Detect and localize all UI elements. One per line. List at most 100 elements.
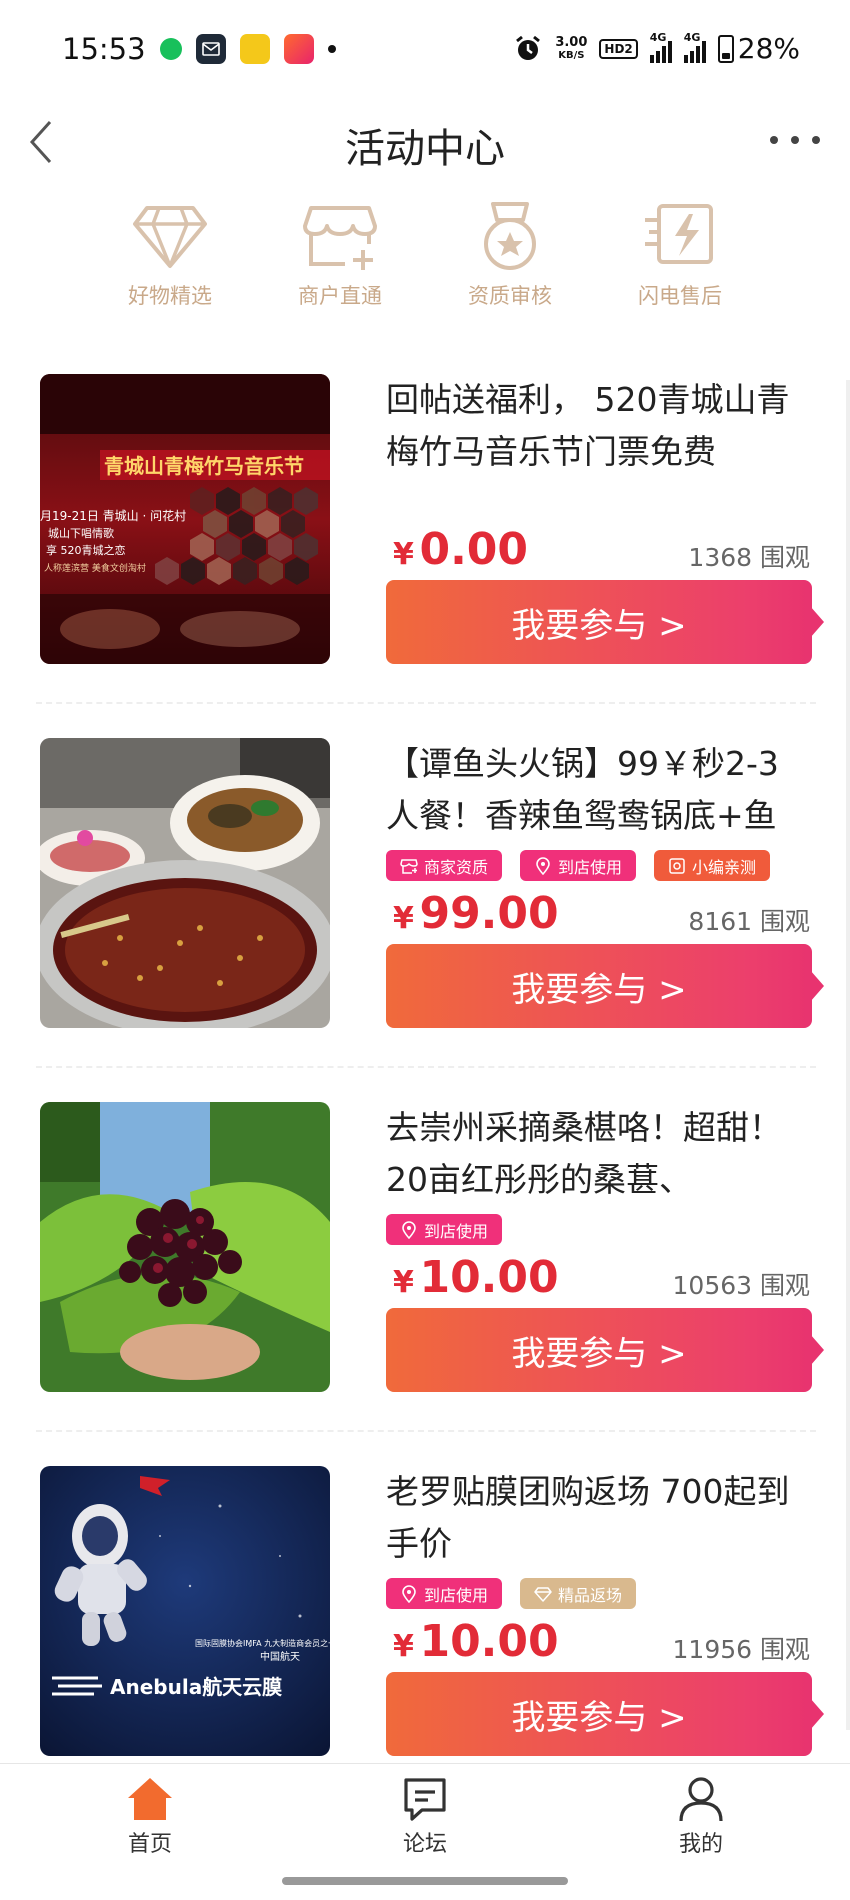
hd-badge: HD2: [599, 38, 638, 59]
activity-card[interactable]: 青城山青梅竹马音乐节 月19-21日 青城山 · 问花村 城山下唱情歌 享 52…: [0, 374, 850, 738]
hotpot-photo-image: [40, 738, 330, 1028]
tag-editor-tested: 小编亲测: [654, 850, 771, 881]
activity-title[interactable]: 去崇州采摘桑椹咯！超甜！20亩红彤彤的桑葚、: [386, 1102, 806, 1206]
feature-label: 闪电售后: [638, 284, 722, 308]
activity-price: ¥ 10.00: [393, 1252, 559, 1303]
activity-image-concert[interactable]: 青城山青梅竹马音乐节 月19-21日 青城山 · 问花村 城山下唱情歌 享 52…: [40, 374, 330, 664]
price-value: 10.00: [419, 1252, 559, 1303]
activity-image-mulberry[interactable]: [40, 1102, 330, 1392]
activity-image-anebula[interactable]: 国际固膜协会IMFA 九大制造商会员之一 中国航天 Anebula航天云膜: [40, 1466, 330, 1756]
meituan-icon: [240, 34, 270, 64]
nav-profile[interactable]: 我的: [641, 1774, 761, 1858]
anebula-poster-image: 国际固膜协会IMFA 九大制造商会员之一 中国航天 Anebula航天云膜: [40, 1466, 330, 1756]
divider: [36, 702, 816, 704]
activity-card[interactable]: 去崇州采摘桑椹咯！超甜！20亩红彤彤的桑葚、 到店使用 ¥ 10.00 1056…: [0, 1102, 850, 1466]
nav-forum[interactable]: 论坛: [365, 1774, 485, 1858]
feature-merchant-direct[interactable]: 商户直通: [270, 200, 410, 320]
lightning-icon: [645, 204, 713, 264]
poster-line: 城山下唱情歌: [48, 526, 114, 540]
app-520-icon: [284, 34, 314, 64]
join-button[interactable]: 我要参与 >: [386, 1308, 824, 1392]
mulberry-photo-image: [40, 1102, 330, 1392]
view-count: 8161 围观: [688, 907, 810, 936]
signal-icon-2: 4G: [683, 31, 706, 63]
poster-line: 人称莲滨营 美食文创淘村: [44, 562, 146, 574]
feature-good-picks[interactable]: 好物精选: [100, 200, 240, 320]
tag-label: 到店使用: [424, 1585, 489, 1605]
more-dot: [791, 136, 799, 144]
join-button[interactable]: 我要参与 >: [386, 580, 824, 664]
scrollbar[interactable]: [846, 380, 850, 1730]
forum-icon: [404, 1778, 446, 1821]
concert-poster-image: 青城山青梅竹马音乐节 月19-21日 青城山 · 问花村 城山下唱情歌 享 52…: [40, 374, 330, 664]
signal-2-label: 4G: [683, 30, 701, 44]
nav-label: 首页: [127, 1832, 172, 1857]
tag-label: 小编亲测: [692, 857, 757, 877]
poster-line: 享 520青城之恋: [46, 543, 126, 557]
signal-1-label: 4G: [649, 30, 667, 44]
page-title: 活动中心: [345, 126, 505, 172]
activity-price: ¥ 99.00: [393, 888, 559, 939]
brand-logo-text: Anebula航天云膜: [110, 1675, 282, 1699]
tag-merchant-qualification: 商家资质: [386, 850, 503, 881]
divider: [36, 1430, 816, 1432]
battery: 28%: [717, 32, 800, 65]
wechat-icon: [160, 38, 182, 60]
divider: [36, 1066, 816, 1068]
price-value: 99.00: [419, 888, 559, 939]
tag-label: 精品返场: [558, 1585, 623, 1605]
battery-icon: [717, 34, 734, 63]
battery-percent: 28%: [737, 32, 800, 65]
net-speed-unit: KB/S: [558, 49, 585, 61]
tag-list: 商家资质 到店使用 小编亲测: [386, 850, 771, 881]
net-speed-value: 3.00: [555, 34, 588, 50]
gesture-home-bar[interactable]: [282, 1877, 568, 1885]
activity-price: ¥ 0.00: [393, 524, 528, 575]
view-count: 11956 围观: [672, 1635, 810, 1664]
join-button[interactable]: 我要参与 >: [386, 1672, 824, 1756]
location-pin-icon: [402, 1220, 416, 1239]
tag-list: 到店使用 精品返场: [386, 1578, 637, 1609]
nav-home[interactable]: 首页: [90, 1774, 210, 1858]
profile-icon: [679, 1777, 723, 1822]
medal-icon: [484, 202, 536, 270]
diamond-icon: [133, 206, 207, 268]
feature-label: 好物精选: [128, 284, 212, 308]
activity-title[interactable]: 老罗贴膜团购返场 700起到手价: [386, 1466, 806, 1570]
location-pin-icon: [402, 1584, 416, 1603]
activity-title[interactable]: 回帖送福利， 520青城山青梅竹马音乐节门票免费: [386, 374, 806, 478]
feature-shortcuts: 好物精选 商户直通 资质审核 闪电售后: [100, 200, 750, 320]
status-time: 15:53: [62, 32, 146, 66]
activity-image-hotpot[interactable]: [40, 738, 330, 1028]
join-button[interactable]: 我要参与 >: [386, 944, 824, 1028]
price-value: 10.00: [419, 1616, 559, 1667]
location-pin-icon: [536, 856, 550, 875]
tag-premium-return: 精品返场: [520, 1578, 637, 1609]
price-currency: ¥: [393, 537, 414, 572]
feature-qualification-review[interactable]: 资质审核: [440, 200, 580, 320]
poster-title-text: 青城山青梅竹马音乐节: [104, 454, 304, 478]
store-tag-icon: [400, 858, 418, 874]
activity-title[interactable]: 【谭鱼头火锅】99￥秒2-3人餐！香辣鱼鸳鸯锅底+鱼: [386, 738, 806, 842]
brand-sub-text: 中国航天: [260, 1650, 300, 1663]
poster-line: 月19-21日 青城山 · 问花村: [40, 508, 186, 523]
tag-label: 到店使用: [558, 857, 623, 877]
diamond-tag-icon: [534, 1586, 552, 1602]
price-currency: ¥: [393, 901, 414, 936]
feature-label: 商户直通: [298, 284, 382, 308]
home-icon: [128, 1778, 172, 1820]
more-notifications-dot: [328, 45, 336, 53]
page-header: 活动中心: [0, 100, 850, 190]
more-dot: [812, 136, 820, 144]
tag-label: 到店使用: [424, 1221, 489, 1241]
notification-icons: [160, 34, 336, 64]
more-menu-button[interactable]: [770, 122, 820, 158]
nav-label: 我的: [678, 1832, 723, 1857]
price-value: 0.00: [419, 524, 529, 575]
tag-in-store-use: 到店使用: [386, 1214, 503, 1245]
activity-card[interactable]: 【谭鱼头火锅】99￥秒2-3人餐！香辣鱼鸳鸯锅底+鱼 商家资质 到店使用 小编亲…: [0, 738, 850, 1102]
view-count: 1368 围观: [688, 543, 810, 572]
price-currency: ¥: [393, 1265, 414, 1300]
tag-in-store-use: 到店使用: [386, 1578, 503, 1609]
feature-lightning-aftersale[interactable]: 闪电售后: [610, 200, 750, 320]
